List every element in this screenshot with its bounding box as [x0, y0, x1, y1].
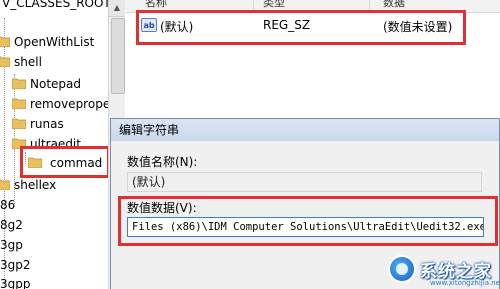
tree-item-notepad[interactable]: Notepad: [12, 75, 81, 93]
folder-icon: [0, 179, 10, 190]
column-header-type[interactable]: 类型: [263, 0, 285, 8]
tree-item-openwithlist[interactable]: OpenWithList: [0, 33, 94, 51]
watermark-url: www.xitongzhijia.net: [430, 279, 500, 287]
tree-item-shell[interactable]: shell: [0, 53, 42, 71]
scroll-thumb[interactable]: [111, 18, 125, 94]
tree-item-shellex[interactable]: shellex: [0, 176, 56, 194]
folder-icon: [12, 98, 26, 109]
tree-item-86[interactable]: 86: [0, 196, 15, 214]
folder-icon: [12, 78, 26, 89]
tree-item-3gp2[interactable]: 3gp2: [0, 256, 31, 274]
highlight-commad: [20, 146, 110, 178]
watermark-logo-icon: [388, 255, 416, 283]
tree-item-label: shell: [14, 55, 42, 69]
tree-item-label: V_CLASSES_ROOT: [2, 0, 108, 10]
tree-item-label: 86: [0, 198, 16, 212]
tree-item-3gpp[interactable]: 3gpp: [0, 275, 31, 289]
watermark: 系统之家 www.xitongzhijia.net: [386, 253, 500, 287]
registry-tree-pane: V_CLASSES_ROOT OpenWithList shell Notepa…: [0, 0, 108, 289]
highlight-default-row: [136, 10, 466, 45]
dialog-title: 编辑字符串: [111, 119, 499, 141]
scroll-up-arrow-icon[interactable]: ▲: [109, 0, 125, 17]
value-name-label: 数值名称(N):: [127, 155, 198, 169]
tree-item-label: 8g2: [0, 218, 23, 232]
column-header-data[interactable]: 数据: [383, 0, 405, 8]
folder-icon: [0, 36, 10, 47]
tree-item-label: 3gp2: [0, 258, 31, 272]
tree-item-label: removeproper: [30, 97, 108, 111]
highlight-value-data: [118, 196, 498, 246]
tree-item-label: 3gp: [0, 238, 23, 252]
tree-item-3gp[interactable]: 3gp: [0, 236, 23, 254]
folder-icon: [12, 118, 26, 129]
tree-item-label: Notepad: [30, 77, 81, 91]
tree-item-runas[interactable]: runas: [12, 115, 64, 133]
tree-item-8g2[interactable]: 8g2: [0, 216, 23, 234]
tree-item-label: 3gpp: [0, 277, 31, 289]
tree-item-label: shellex: [14, 178, 57, 192]
tree-item-classes-root[interactable]: V_CLASSES_ROOT: [2, 0, 108, 12]
column-header-name[interactable]: 名称: [145, 0, 167, 8]
value-name-field: (默认): [127, 172, 482, 192]
tree-item-label: OpenWithList: [14, 35, 95, 49]
tree-item-removeproper[interactable]: removeproper: [12, 95, 108, 113]
tree-item-label: runas: [30, 117, 64, 131]
folder-icon: [0, 56, 10, 67]
